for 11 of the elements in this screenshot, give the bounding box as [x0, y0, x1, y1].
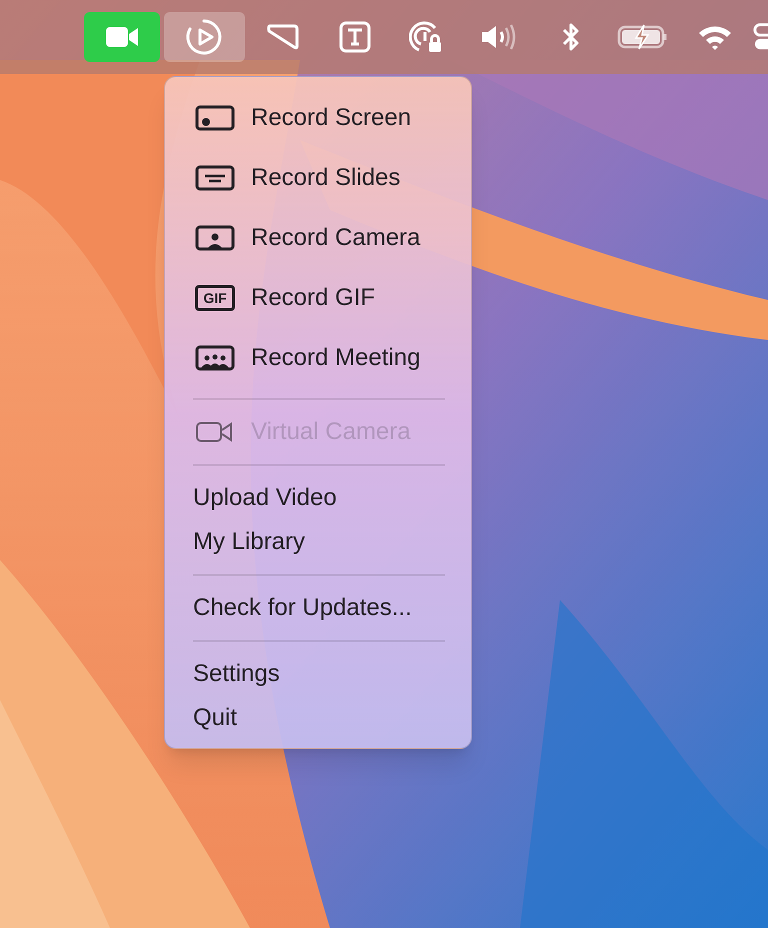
menu-item[interactable]: Settings [183, 652, 453, 696]
menu-item[interactable]: GIF Record GIF [183, 268, 453, 328]
menu-item[interactable]: Record Screen [183, 88, 453, 148]
menu-item[interactable]: Record Slides [183, 148, 453, 208]
menu-item[interactable]: Quit [183, 696, 453, 740]
menu-item[interactable]: Record Camera [183, 208, 453, 268]
menu-item[interactable]: Check for Updates... [183, 586, 453, 630]
menu-item[interactable]: My Library [183, 520, 453, 564]
menu-item[interactable]: Record Meeting [183, 328, 453, 388]
menu-item[interactable]: Upload Video [183, 476, 453, 520]
gif-frame-icon: GIF [195, 285, 235, 311]
